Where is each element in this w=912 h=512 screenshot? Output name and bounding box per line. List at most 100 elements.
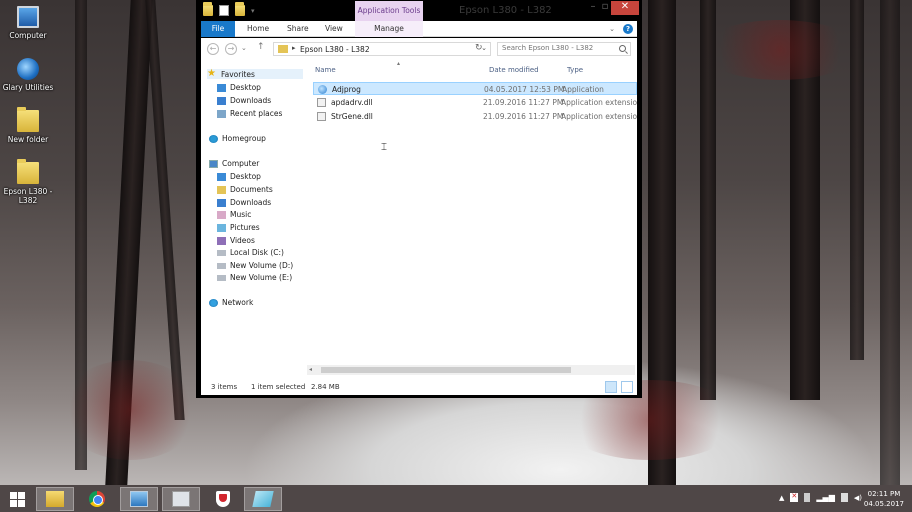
start-button[interactable] (10, 492, 26, 508)
file-row-apdadrv[interactable]: apdadrv.dll 21.09.2016 11:27 PM Applicat… (313, 96, 637, 109)
volume-icon[interactable]: ◀) (854, 494, 862, 502)
desktop-icon-computer[interactable]: Computer (0, 6, 56, 40)
desktop-icon-new-folder[interactable]: New folder (0, 107, 56, 144)
nav-homegroup[interactable]: Homegroup (209, 134, 266, 143)
selection-size: 2.84 MB (311, 383, 340, 391)
up-button[interactable]: ↑ (257, 42, 265, 52)
show-hidden-icons-icon[interactable]: ▲ (779, 494, 784, 502)
nav-recent-places[interactable]: Recent places (217, 109, 282, 118)
nav-label: Downloads (230, 198, 272, 207)
application-icon (318, 85, 327, 94)
file-row-adjprog[interactable]: Adjprog 04.05.2017 12:53 PM Application (313, 82, 637, 95)
close-button[interactable]: ✕ (611, 1, 639, 15)
action-center-flag-icon[interactable] (790, 492, 799, 502)
nav-label: Desktop (230, 83, 261, 92)
desktop-icon-label: Epson L380 - L382 (3, 187, 53, 205)
nav-desktop[interactable]: Desktop (217, 172, 261, 181)
nav-network[interactable]: Network (209, 298, 253, 307)
downloads-icon (217, 198, 226, 207)
help-icon[interactable]: ? (623, 24, 633, 34)
refresh-button[interactable]: ↻ (475, 43, 483, 53)
nav-volume-d[interactable]: New Volume (D:) (217, 261, 293, 270)
computer-icon (209, 159, 218, 168)
tab-file[interactable]: File (201, 21, 235, 37)
network-tray-icon[interactable] (840, 493, 848, 502)
recent-locations-icon[interactable]: ⌄ (241, 44, 247, 52)
nav-favorites[interactable]: ★ Favorites (207, 69, 303, 79)
search-icon[interactable] (619, 45, 626, 52)
file-row-strgene[interactable]: StrGene.dll 21.09.2016 11:27 PM Applicat… (313, 110, 637, 123)
music-icon (217, 210, 226, 219)
tab-home[interactable]: Home (247, 21, 269, 37)
nav-videos[interactable]: Videos (217, 236, 255, 245)
signal-icon[interactable]: ▂▄▆ (816, 493, 834, 502)
back-button[interactable]: ← (207, 43, 219, 55)
tab-share[interactable]: Share (287, 21, 309, 37)
tab-view[interactable]: View (325, 21, 343, 37)
large-icons-view-button[interactable] (621, 381, 633, 393)
explorer-window: ▾ Epson L380 - L382 – ▫ ✕ Application To… (196, 0, 642, 398)
search-input[interactable] (502, 44, 612, 52)
column-label: Name (315, 66, 336, 74)
nav-music[interactable]: Music (217, 210, 251, 219)
customize-qat-icon[interactable]: ▾ (251, 7, 255, 15)
network-icon (209, 298, 218, 307)
column-header-date[interactable]: Date modified (489, 66, 539, 74)
nav-pictures[interactable]: Pictures (217, 223, 260, 232)
nav-downloads[interactable]: Downloads (217, 198, 271, 207)
system-tray: ▲ ▂▄▆ ◀) (779, 492, 862, 502)
nav-label: Homegroup (222, 134, 266, 143)
desktop-icon (217, 83, 226, 92)
column-header-type[interactable]: Type (567, 66, 583, 74)
breadcrumb[interactable]: Epson L380 - L382 (300, 45, 370, 54)
details-view-button[interactable] (605, 381, 617, 393)
nav-downloads-fav[interactable]: Downloads (217, 96, 271, 105)
expand-ribbon-icon[interactable]: ⌄ (609, 25, 615, 33)
file-list: Name ▴ Date modified Type Adjprog 04.05.… (313, 60, 637, 153)
clock[interactable]: 02:11 PM 04.05.2017 (864, 489, 904, 509)
taskbar-remote-desktop[interactable] (120, 487, 158, 511)
taskbar-shield-app[interactable] (204, 487, 242, 511)
tab-manage[interactable]: Manage (355, 21, 423, 37)
item-count: 3 items (211, 383, 238, 391)
column-label: Date modified (489, 66, 539, 74)
nav-label: New Volume (E:) (230, 273, 293, 282)
horizontal-scrollbar[interactable]: ◂ (307, 365, 635, 375)
desktop-icon-glary[interactable]: Glary Utilities (0, 58, 56, 92)
taskbar-teal-app[interactable] (244, 487, 282, 511)
nav-label: Videos (230, 236, 255, 245)
status-bar: 3 items 1 item selected 2.84 MB (201, 380, 637, 395)
desktop-icon (217, 172, 226, 181)
column-header-name[interactable]: Name (315, 66, 336, 74)
properties-icon[interactable] (219, 5, 229, 16)
context-tab-label: Application Tools (357, 6, 421, 15)
scrollbar-thumb[interactable] (321, 367, 571, 373)
mouse-cursor-icon: ⌶ (381, 142, 387, 153)
homegroup-icon (209, 134, 218, 143)
taskbar-file-explorer[interactable] (36, 487, 74, 511)
nav-label: Local Disk (C:) (230, 248, 284, 257)
taskbar-app-window[interactable] (162, 487, 200, 511)
nav-documents[interactable]: Documents (217, 185, 273, 194)
search-box[interactable] (497, 42, 631, 56)
nav-desktop-fav[interactable]: Desktop (217, 83, 261, 92)
nav-computer[interactable]: Computer (209, 159, 259, 168)
address-bar[interactable]: ▸ Epson L380 - L382 ⌄ (273, 42, 491, 56)
drive-icon (217, 249, 226, 256)
desktop-icon-label: Glary Utilities (2, 83, 54, 92)
content-area: ★ Favorites Desktop Downloads Recent pla… (201, 60, 637, 380)
file-name: StrGene.dll (331, 112, 373, 121)
folder-icon (278, 45, 288, 53)
breadcrumb-separator-icon[interactable]: ▸ (292, 44, 296, 52)
desktop-icon-epson-folder[interactable]: Epson L380 - L382 (0, 159, 56, 205)
recent-places-icon (217, 109, 226, 118)
videos-icon (217, 236, 226, 245)
forward-button[interactable]: → (225, 43, 237, 55)
dll-file-icon (317, 112, 326, 121)
new-folder-icon[interactable] (235, 2, 245, 16)
scroll-left-icon[interactable]: ◂ (309, 366, 312, 373)
nav-volume-e[interactable]: New Volume (E:) (217, 273, 292, 282)
nav-local-disk-c[interactable]: Local Disk (C:) (217, 248, 284, 257)
battery-icon[interactable] (804, 493, 811, 502)
taskbar-chrome[interactable] (78, 487, 116, 511)
